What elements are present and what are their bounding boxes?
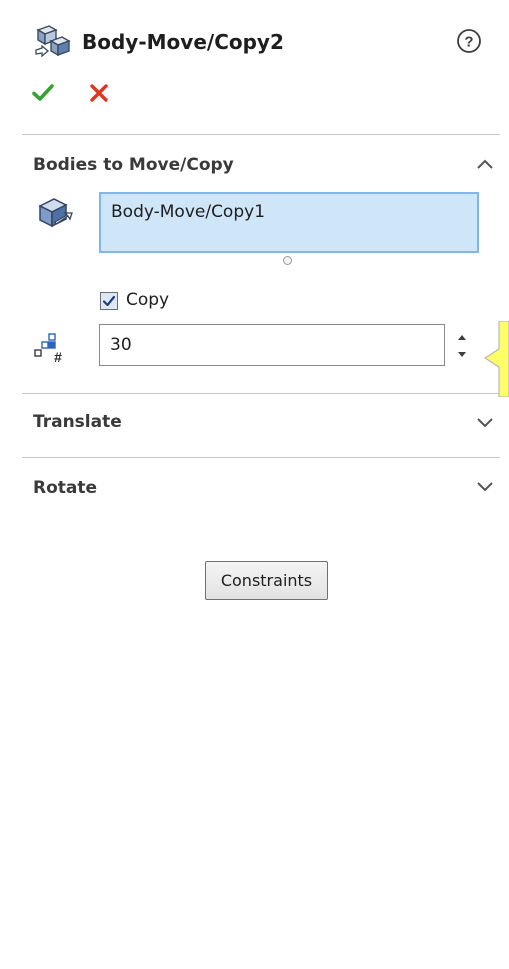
svg-text:#: #	[54, 349, 62, 364]
solid-body-icon	[38, 198, 73, 228]
section-title-translate[interactable]: Translate	[33, 412, 122, 432]
move-copy-bodies-icon	[35, 25, 71, 58]
copy-count-input[interactable]	[99, 324, 445, 366]
checkmark-icon	[102, 295, 116, 307]
section-title-rotate[interactable]: Rotate	[33, 478, 97, 498]
tooltip-pointer	[483, 321, 509, 397]
svg-text:?: ?	[464, 34, 473, 51]
constraints-button[interactable]: Constraints	[205, 561, 328, 600]
chevron-up-icon[interactable]	[475, 156, 495, 172]
help-icon[interactable]: ?	[455, 27, 483, 55]
close-icon[interactable]	[86, 80, 112, 106]
bodies-selection-box[interactable]: Body-Move/Copy1	[99, 192, 479, 253]
spin-up-icon[interactable]	[452, 330, 472, 345]
section-title-bodies: Bodies to Move/Copy	[33, 155, 234, 175]
list-item[interactable]: Body-Move/Copy1	[111, 202, 265, 222]
divider	[22, 393, 500, 394]
feature-title: Body-Move/Copy2	[82, 30, 284, 54]
resize-handle[interactable]	[283, 256, 292, 265]
chevron-down-icon[interactable]	[475, 478, 495, 494]
checkmark-icon[interactable]	[30, 80, 56, 106]
chevron-down-icon[interactable]	[475, 414, 495, 430]
copy-label[interactable]: Copy	[126, 290, 169, 310]
divider	[22, 457, 500, 458]
copy-checkbox[interactable]	[100, 292, 118, 310]
spin-down-icon[interactable]	[452, 347, 472, 362]
pattern-count-icon: #	[34, 333, 62, 364]
divider	[22, 134, 500, 135]
